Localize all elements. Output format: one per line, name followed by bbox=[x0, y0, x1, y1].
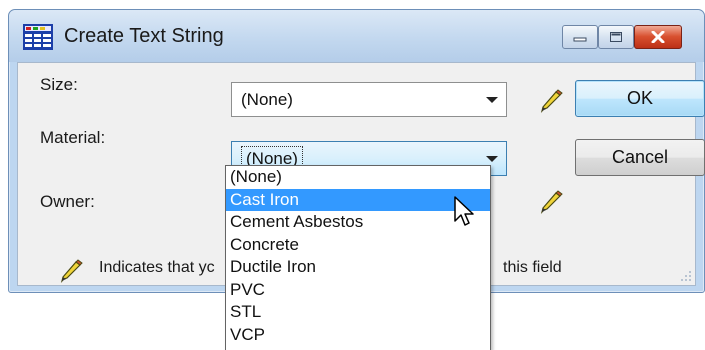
list-item[interactable]: Ductile Iron bbox=[226, 256, 490, 279]
material-dropdown-list[interactable]: (None) Cast Iron Cement Asbestos Concret… bbox=[225, 165, 491, 350]
minimize-icon bbox=[573, 37, 587, 42]
pencil-icon bbox=[60, 259, 83, 283]
chevron-down-icon[interactable] bbox=[486, 156, 498, 162]
size-combobox[interactable]: (None) bbox=[231, 82, 507, 117]
close-button[interactable] bbox=[634, 25, 682, 49]
mouse-pointer-icon bbox=[454, 196, 474, 226]
note-text-start: Indicates that yc bbox=[99, 259, 215, 276]
list-item[interactable]: PVC bbox=[226, 279, 490, 302]
close-icon bbox=[651, 31, 665, 43]
pencil-icon bbox=[540, 190, 563, 214]
cancel-button[interactable]: Cancel bbox=[575, 139, 705, 176]
minimize-button[interactable] bbox=[562, 25, 598, 49]
list-item[interactable]: (None) bbox=[226, 166, 490, 189]
size-label: Size: bbox=[40, 75, 78, 94]
resize-grip-icon[interactable] bbox=[680, 270, 692, 282]
window-title: Create Text String bbox=[64, 25, 224, 47]
maximize-button[interactable] bbox=[598, 25, 634, 49]
title-bar[interactable]: Create Text String bbox=[9, 10, 704, 62]
material-label: Material: bbox=[40, 128, 106, 147]
list-item[interactable]: Cement Asbestos bbox=[226, 211, 490, 234]
app-grid-icon bbox=[23, 24, 53, 50]
note-text-end: this field bbox=[503, 259, 562, 276]
chevron-down-icon[interactable] bbox=[486, 97, 498, 103]
list-item-selected[interactable]: Cast Iron bbox=[226, 188, 490, 211]
size-value: (None) bbox=[241, 89, 293, 109]
pencil-icon bbox=[540, 89, 563, 113]
list-item[interactable]: Concrete bbox=[226, 234, 490, 257]
owner-label: Owner: bbox=[40, 192, 95, 211]
maximize-icon bbox=[610, 32, 622, 42]
list-item[interactable]: VCP bbox=[226, 324, 490, 347]
list-item[interactable]: STL bbox=[226, 301, 490, 324]
ok-button[interactable]: OK bbox=[575, 80, 705, 117]
